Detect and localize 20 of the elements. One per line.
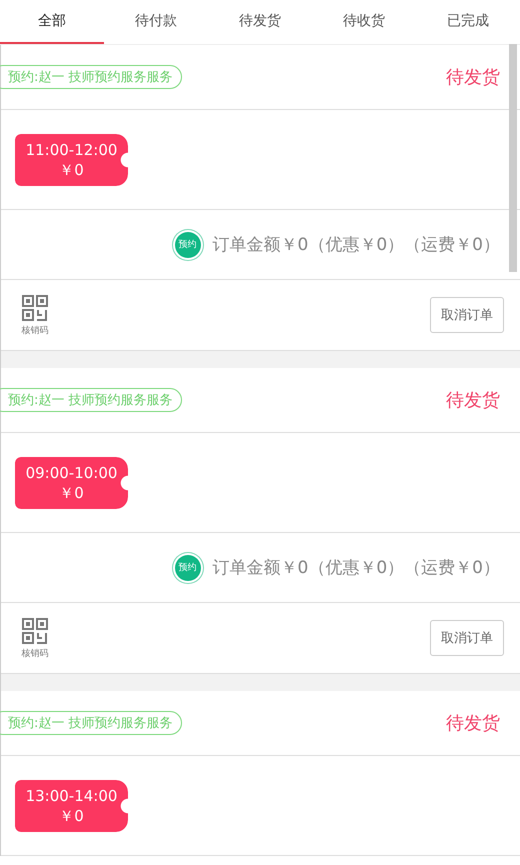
order-status: 待发货 [446,389,500,412]
order-status: 待发货 [446,66,500,89]
order-total: 订单金额￥0（优惠￥0）（运费￥0） [212,234,500,256]
order-total: 订单金额￥0（优惠￥0）（运费￥0） [212,557,500,579]
verification-code-button[interactable]: 核销码 [21,294,49,336]
time-slot-ticket: 11:00-12:00 ￥0 [15,134,128,186]
service-tag: 预约:赵一 技师预约服务服务 [0,711,182,735]
reservation-badge: 预约 [174,232,201,258]
qr-code-icon [21,616,49,644]
service-tag: 预约:赵一 技师预约服务服务 [0,65,182,89]
verification-code-button[interactable]: 核销码 [21,616,49,660]
service-tag: 预约:赵一 技师预约服务服务 [0,388,182,412]
qr-code-icon [21,294,49,322]
reservation-badge: 预约 [174,554,201,580]
time-slot-ticket: 13:00-14:00 ￥0 [15,780,128,832]
scrollbar[interactable] [509,44,517,272]
cancel-order-button[interactable]: 取消订单 [430,297,504,333]
time-slot-ticket: 09:00-10:00 ￥0 [15,456,128,508]
order-status: 待发货 [446,712,500,735]
cancel-order-button[interactable]: 取消订单 [430,620,504,656]
